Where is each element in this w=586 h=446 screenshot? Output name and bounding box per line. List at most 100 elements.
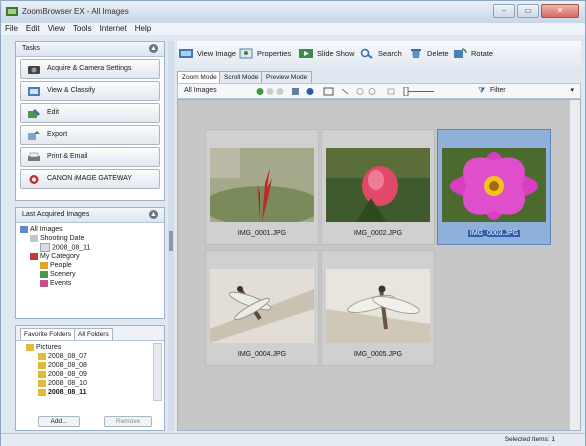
thumbnail-item[interactable]: IMG_0002.JPG bbox=[321, 129, 435, 245]
task-view-classify-button[interactable]: View & Classify bbox=[20, 81, 160, 101]
folders-panel: Favorite Folders All Folders Pictures 20… bbox=[15, 325, 165, 431]
info-icon bbox=[306, 88, 314, 95]
thumbnail-image[interactable] bbox=[442, 148, 546, 222]
thumbnail-viewer: IMG_0001.JPG IMG_0002.JPG IMG_0003.JPG I… bbox=[177, 99, 581, 431]
toolbar-label: Properties bbox=[257, 49, 292, 58]
task-gateway-button[interactable]: CANON iMAGE GATEWAY bbox=[20, 169, 160, 189]
zoom-in-icon bbox=[368, 88, 376, 95]
maximize-button[interactable]: ▭ bbox=[517, 4, 539, 18]
menu-file[interactable]: File bbox=[1, 23, 22, 34]
thumbnail-caption: IMG_0005.JPG bbox=[353, 351, 403, 358]
menu-internet[interactable]: Internet bbox=[96, 23, 131, 34]
tree-item-shooting-date[interactable]: Shooting Date bbox=[20, 234, 160, 243]
splitter-grip[interactable] bbox=[169, 231, 173, 251]
thumbnail-item[interactable]: IMG_0004.JPG bbox=[205, 250, 319, 366]
folder-item[interactable]: 2008_08_08 bbox=[20, 361, 160, 370]
tree-label: Shooting Date bbox=[40, 235, 85, 242]
images-icon bbox=[20, 225, 28, 233]
tree-item-events[interactable]: Events bbox=[20, 279, 160, 288]
folder-icon bbox=[38, 379, 46, 387]
display-icon bbox=[292, 88, 299, 95]
pane-splitter[interactable] bbox=[168, 41, 174, 431]
folder-icon bbox=[38, 352, 46, 360]
task-edit-button[interactable]: Edit bbox=[20, 103, 160, 123]
filter-icon[interactable]: ⧩ bbox=[478, 86, 485, 96]
calendar-day-icon bbox=[40, 243, 50, 252]
thumbnail-item[interactable]: IMG_0005.JPG bbox=[321, 250, 435, 366]
tab-zoom-mode[interactable]: Zoom Mode bbox=[177, 71, 222, 83]
tree-item-people[interactable]: People bbox=[20, 261, 160, 270]
folder-tabs: Favorite Folders All Folders bbox=[16, 326, 164, 341]
task-print-email-button[interactable]: Print & Email bbox=[20, 147, 160, 167]
chevron-down-icon[interactable]: ▾ bbox=[570, 86, 574, 94]
tasks-header: Tasks ▲ bbox=[16, 42, 164, 57]
view-icon bbox=[28, 87, 40, 96]
forward-icon bbox=[266, 88, 274, 95]
collapse-icon[interactable]: ▲ bbox=[149, 44, 158, 53]
task-export-button[interactable]: Export bbox=[20, 125, 160, 145]
add-folder-button[interactable]: Add... bbox=[38, 416, 80, 427]
thumbnail-item[interactable]: IMG_0001.JPG bbox=[205, 129, 319, 245]
last-acquired-header: Last Acquired Images ▲ bbox=[16, 208, 164, 223]
people-icon bbox=[40, 261, 48, 269]
toolbar-label: Rotate bbox=[471, 49, 494, 58]
folder-item[interactable]: 2008_08_07 bbox=[20, 352, 160, 361]
task-label: CANON iMAGE GATEWAY bbox=[47, 175, 133, 182]
tab-scroll-mode[interactable]: Scroll Mode bbox=[219, 71, 264, 83]
thumbnail-image[interactable] bbox=[210, 148, 314, 222]
menu-view[interactable]: View bbox=[44, 23, 69, 34]
minimize-button[interactable]: – bbox=[493, 4, 515, 18]
tab-all-folders[interactable]: All Folders bbox=[74, 328, 113, 340]
folder-item[interactable]: 2008_08_11 bbox=[20, 388, 160, 397]
folder-item-pictures[interactable]: Pictures bbox=[20, 343, 160, 352]
thumbnail-image[interactable] bbox=[326, 269, 430, 343]
remove-folder-button[interactable]: Remove bbox=[104, 416, 152, 427]
events-icon bbox=[40, 279, 48, 287]
view-subbar: All Images ⧩ Filter ▾ bbox=[177, 83, 581, 99]
thumbnail-item-selected[interactable]: IMG_0003.JPG bbox=[437, 129, 551, 245]
rotate-icon bbox=[454, 48, 467, 58]
folder-icon bbox=[26, 343, 34, 351]
app-window: ZoomBrowser EX - All Images – ▭ ✕ File Ed… bbox=[0, 0, 586, 446]
toolbar-label: Search bbox=[378, 49, 402, 58]
mode-tabs: Zoom Mode Scroll Mode Preview Mode bbox=[177, 71, 581, 83]
delete-button[interactable]: Delete bbox=[409, 47, 449, 61]
menu-edit[interactable]: Edit bbox=[22, 23, 44, 34]
scenery-icon bbox=[40, 270, 48, 278]
category-icon bbox=[30, 252, 38, 260]
tree-item-scenery[interactable]: Scenery bbox=[20, 270, 160, 279]
last-acquired-title: Last Acquired Images bbox=[22, 211, 90, 218]
folder-item[interactable]: 2008_08_09 bbox=[20, 370, 160, 379]
tree-item-all-images[interactable]: All Images bbox=[20, 225, 160, 234]
search-button[interactable]: Search bbox=[360, 47, 402, 61]
main-toolbar: View Image Properties Slide Show Search … bbox=[177, 41, 581, 67]
filter-label[interactable]: Filter bbox=[490, 87, 506, 94]
collapse-icon[interactable]: ▲ bbox=[149, 210, 158, 219]
tree-label: Pictures bbox=[36, 344, 62, 351]
view-image-button[interactable]: View Image bbox=[179, 47, 236, 61]
tab-preview-mode[interactable]: Preview Mode bbox=[261, 71, 313, 83]
thumbnail-image[interactable] bbox=[210, 269, 314, 343]
tree-label: All Images bbox=[30, 226, 63, 233]
tree-item-date[interactable]: 2008_08_11 bbox=[20, 243, 160, 252]
task-label: View & Classify bbox=[47, 87, 96, 94]
folder-item[interactable]: 2008_08_10 bbox=[20, 379, 160, 388]
properties-button[interactable]: Properties bbox=[239, 47, 291, 61]
thumbnail-caption: IMG_0002.JPG bbox=[353, 230, 403, 237]
view-image-icon bbox=[179, 49, 193, 58]
task-acquire-button[interactable]: Acquire & Camera Settings bbox=[20, 59, 160, 79]
viewer-scrollbar[interactable] bbox=[569, 100, 580, 430]
rotate-button[interactable]: Rotate bbox=[453, 47, 493, 61]
status-bar: Selected Items: 1 bbox=[1, 433, 585, 446]
menu-tools[interactable]: Tools bbox=[69, 23, 96, 34]
slide-show-button[interactable]: Slide Show bbox=[299, 47, 355, 61]
tree-item-my-category[interactable]: My Category bbox=[20, 252, 160, 261]
menu-help[interactable]: Help bbox=[131, 23, 155, 34]
print-icon bbox=[28, 152, 40, 161]
tab-favorite-folders[interactable]: Favorite Folders bbox=[20, 328, 75, 340]
close-button[interactable]: ✕ bbox=[541, 4, 579, 18]
folder-scrollbar[interactable] bbox=[153, 343, 162, 401]
tree-label: 2008_08_08 bbox=[48, 362, 87, 369]
thumbnail-image[interactable] bbox=[326, 148, 430, 222]
app-icon bbox=[6, 7, 18, 16]
